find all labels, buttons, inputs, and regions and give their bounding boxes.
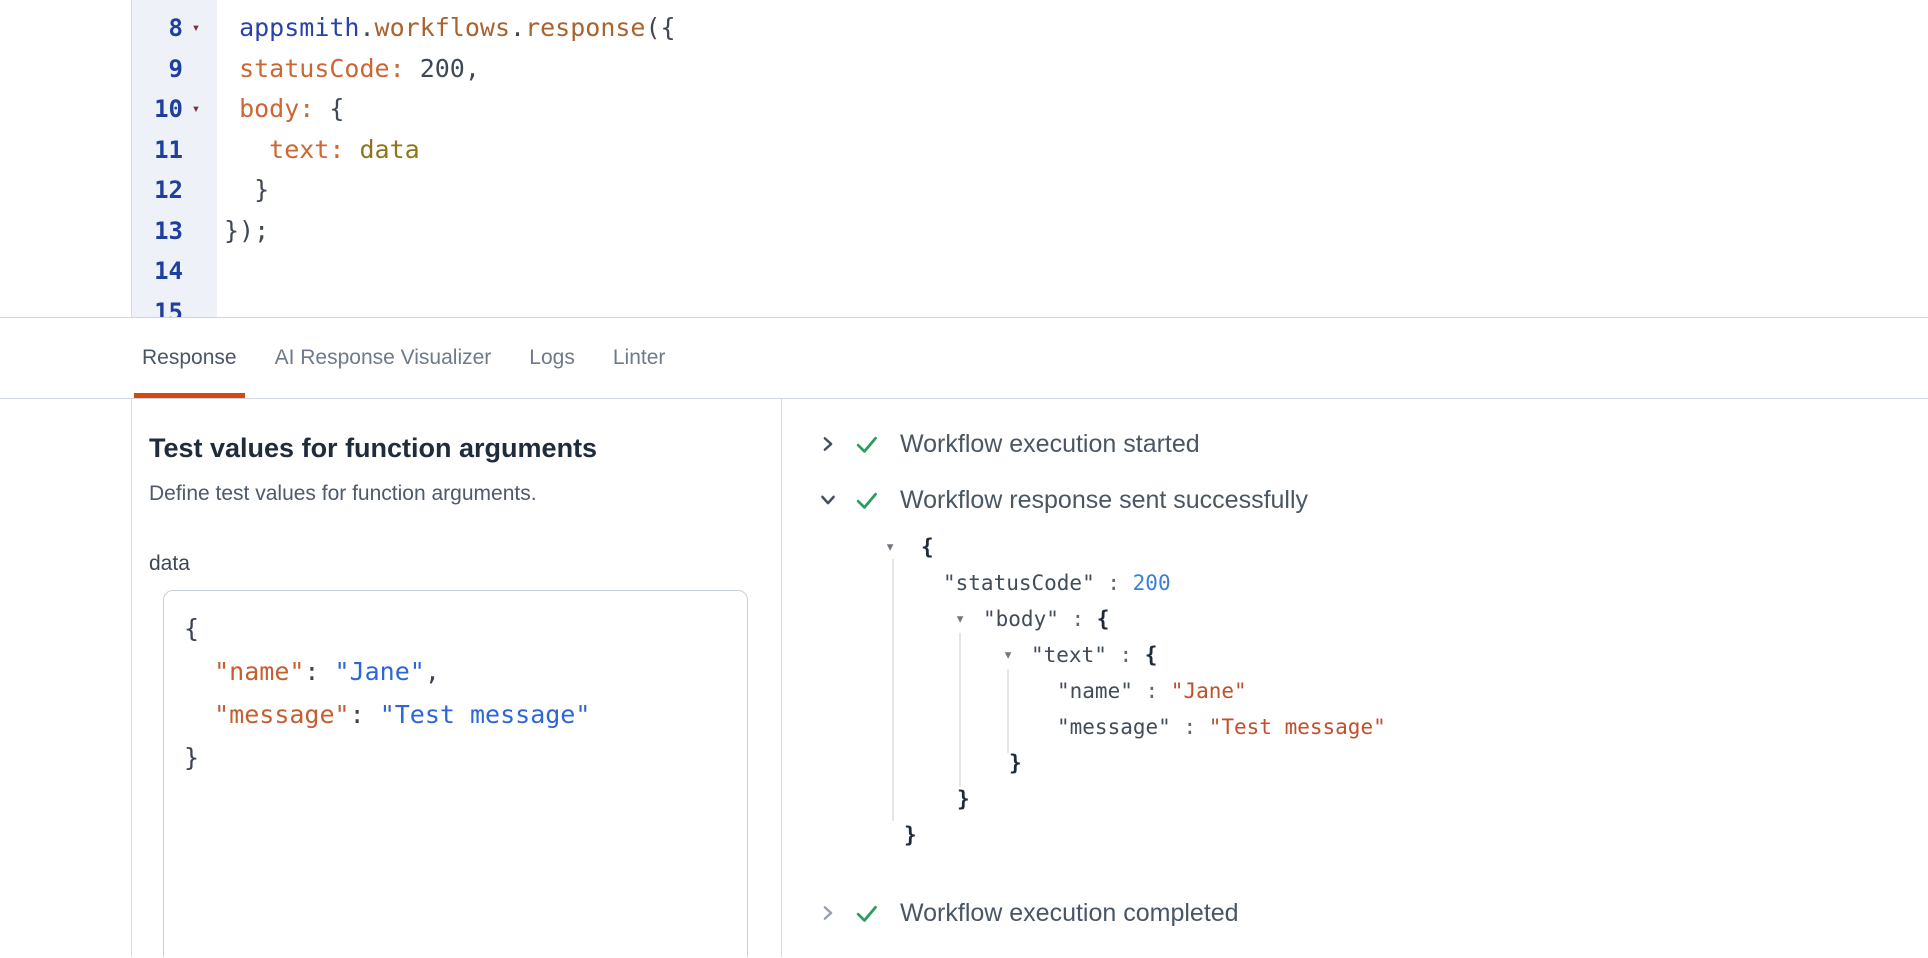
data-field-label: data [149,552,781,576]
tree-collapse-triangle-icon[interactable]: ▾ [955,601,965,637]
tree-token: { [1145,643,1158,667]
log-row-label: Workflow execution completed [900,899,1239,928]
test-values-panel: Test values for function arguments Defin… [131,399,782,957]
tree-collapse-triangle-icon[interactable]: ▾ [885,529,895,565]
tree-token: } [904,823,917,847]
line-number-10[interactable]: 10▾ [132,89,217,130]
code-line-12[interactable]: } [224,170,1928,211]
tab-response[interactable]: Response [134,318,245,398]
tree-token: "Jane" [1171,679,1247,703]
tab-logs[interactable]: Logs [521,318,583,398]
success-check-icon [854,488,879,513]
tree-token: : [1133,679,1171,703]
chevron-right-icon[interactable] [818,903,838,923]
tree-row: } [885,745,1928,781]
success-check-icon [854,432,879,457]
bottom-pane-content: Test values for function arguments Defin… [0,399,1928,957]
tree-token: } [957,787,970,811]
line-number-15: 15 [132,292,217,319]
log-row-label: Workflow execution started [900,430,1200,459]
code-fold-icon[interactable]: ▾ [183,101,209,117]
code-line-14[interactable] [224,251,1928,292]
tree-collapse-triangle-icon[interactable]: ▾ [1003,637,1013,673]
line-number-13: 13 [132,211,217,252]
log-row-label: Workflow response sent successfully [900,486,1308,515]
code-line-10[interactable]: body: { [224,89,1928,130]
editor-gutter: 8▾910▾1112131415 [131,0,217,317]
line-number-12: 12 [132,170,217,211]
tree-row: ▾ "text" : { [885,637,1928,673]
response-json-tree: ▾{"statusCode" : 200▾"body" : {▾"text" :… [885,529,1928,853]
tree-row: ▾ "body" : { [885,601,1928,637]
code-line-13[interactable]: }); [224,211,1928,252]
tree-token: "text" [1031,643,1107,667]
tree-token: } [1009,751,1022,775]
line-number-14: 14 [132,251,217,292]
tree-token: { [1097,607,1110,631]
test-values-title: Test values for function arguments [149,433,781,464]
tree-token: { [921,535,934,559]
code-line-15[interactable] [224,292,1928,319]
tab-ai-response-visualizer[interactable]: AI Response Visualizer [267,318,500,398]
tree-token: : [1059,607,1097,631]
tree-token: : [1095,571,1133,595]
tree-token: "Test message" [1209,715,1386,739]
tree-row: ▾{ [885,529,1928,565]
chevron-right-icon[interactable] [818,434,838,454]
tree-row: } [885,781,1928,817]
tree-row: "statusCode" : 200 [885,565,1928,601]
code-editor[interactable]: 8▾910▾1112131415 appsmith.workflows.resp… [0,0,1928,318]
code-line-11[interactable]: text: data [224,130,1928,171]
code-line-8[interactable]: appsmith.workflows.response({ [224,8,1928,49]
tree-row: "message" : "Test message" [885,709,1928,745]
tree-token: "statusCode" [943,571,1095,595]
tree-token: 200 [1133,571,1171,595]
code-line-9[interactable]: statusCode: 200, [224,49,1928,90]
line-number-11: 11 [132,130,217,171]
log-row-execution-completed[interactable]: Workflow execution completed [818,898,1928,928]
line-number-8[interactable]: 8▾ [132,8,217,49]
editor-code-area[interactable]: appsmith.workflows.response({ statusCode… [224,0,1928,317]
tab-linter[interactable]: Linter [605,318,674,398]
tree-row: } [885,817,1928,853]
log-row-response-sent[interactable]: Workflow response sent successfully [818,485,1928,515]
code-fold-icon[interactable]: ▾ [183,20,209,36]
test-values-subtitle: Define test values for function argument… [149,482,781,506]
tree-token: "name" [1057,679,1133,703]
tree-token: : [1171,715,1209,739]
data-json-input[interactable]: { "name": "Jane", "message": "Test messa… [163,590,748,957]
tree-token: : [1107,643,1145,667]
line-number-9: 9 [132,49,217,90]
log-row-execution-started[interactable]: Workflow execution started [818,429,1928,459]
success-check-icon [854,901,879,926]
chevron-down-icon[interactable] [818,490,838,510]
tree-row: "name" : "Jane" [885,673,1928,709]
bottom-pane-tab-bar: Response AI Response Visualizer Logs Linter [0,318,1928,399]
left-margin-spacer [0,399,131,957]
tree-token: "message" [1057,715,1171,739]
tree-token: "body" [983,607,1059,631]
execution-log-panel: Workflow execution started Workflow resp… [782,399,1928,957]
